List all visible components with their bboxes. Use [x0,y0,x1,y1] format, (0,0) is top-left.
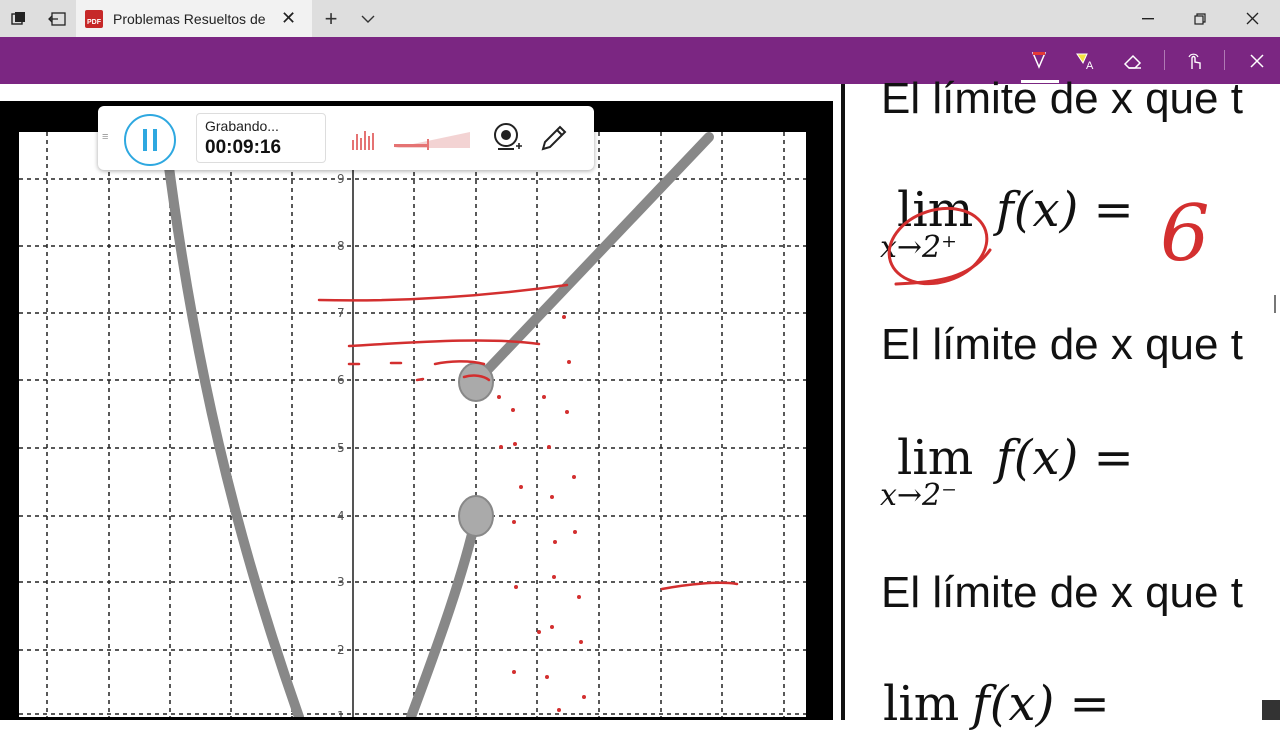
scroll-indicator[interactable] [1274,295,1276,313]
tab-preview-chevron-icon[interactable] [356,0,380,37]
y-tick-6: 6 [337,373,345,387]
page-divider [841,84,845,720]
close-window-icon[interactable] [1226,0,1278,37]
text-line-1: El límite de x que t [881,74,1243,123]
tab-close-icon[interactable]: ✕ [281,8,296,29]
grid-lines [19,132,806,717]
pause-icon [143,129,147,151]
y-tick-7: 7 [337,306,345,320]
line-branch [471,132,714,387]
y-tick-8: 8 [337,239,345,253]
text-line-3: El límite de x que t [881,568,1243,617]
set-aside-tabs-icon[interactable] [38,0,75,37]
fx-equals-left: f(x) = [996,430,1134,486]
audio-level-icon[interactable] [351,128,375,155]
pdf-icon: PDF [85,9,103,28]
y-tick-1: 1 [337,709,345,717]
fx-equals-bottom: f(x) = [972,676,1110,732]
corner-widget [1262,700,1280,720]
close-ink-toolbar-icon[interactable] [1237,37,1277,84]
limit-subscript-left: x→2⁻ [880,478,957,513]
screen-recorder-widget: ≡ Grabando... 00:09:16 [98,106,594,170]
tab-title: Problemas Resueltos de [113,10,266,27]
tab-active[interactable]: PDF Problemas Resueltos de ✕ [76,0,312,37]
toolbar-separator [1164,50,1165,70]
text-line-2: El límite de x que t [881,320,1243,369]
red-dotted-vertical [497,315,586,712]
recording-label: Grabando... [205,118,279,134]
lim-word: lim [883,676,960,732]
recording-timer: 00:09:16 [205,137,282,158]
restore-icon[interactable] [1174,0,1226,37]
toolbar-separator [1224,50,1225,70]
open-point-6 [458,362,494,402]
closed-point-4 [458,495,494,537]
handwritten-answer: 6 [1160,189,1210,279]
y-tick-5: 5 [337,441,345,455]
minimize-icon[interactable] [1122,0,1174,37]
y-tick-3: 3 [337,575,345,589]
volume-slider[interactable] [394,128,472,155]
y-tick-2: 2 [337,643,345,657]
webcam-icon[interactable] [492,122,524,159]
y-tick-4: 4 [337,509,345,523]
browser-titlebar: PDF Problemas Resueltos de ✕ + [0,0,1280,37]
parabola-left-branch [162,147,304,717]
pause-recording-button[interactable] [124,114,176,166]
new-tab-button[interactable]: + [318,0,344,37]
tab-actions-icon[interactable] [0,0,37,37]
svg-text:A: A [1086,60,1094,71]
pen-annotate-icon[interactable] [538,122,570,159]
y-tick-9: 9 [337,172,345,186]
handwritten-annotations: 6 [887,189,1210,286]
drag-handle-icon[interactable]: ≡ [102,131,108,143]
parabola-right-branch [406,512,481,717]
limit-expression-bottom: lim [883,676,959,732]
function-graph: 9 8 7 6 5 4 3 2 1 [19,132,806,717]
y-tick-labels: 9 8 7 6 5 4 3 2 1 [337,172,345,717]
recording-status: Grabando... 00:09:16 [196,113,326,163]
graph-slide: 9 8 7 6 5 4 3 2 1 [16,129,809,720]
pause-icon-bar [153,129,157,151]
